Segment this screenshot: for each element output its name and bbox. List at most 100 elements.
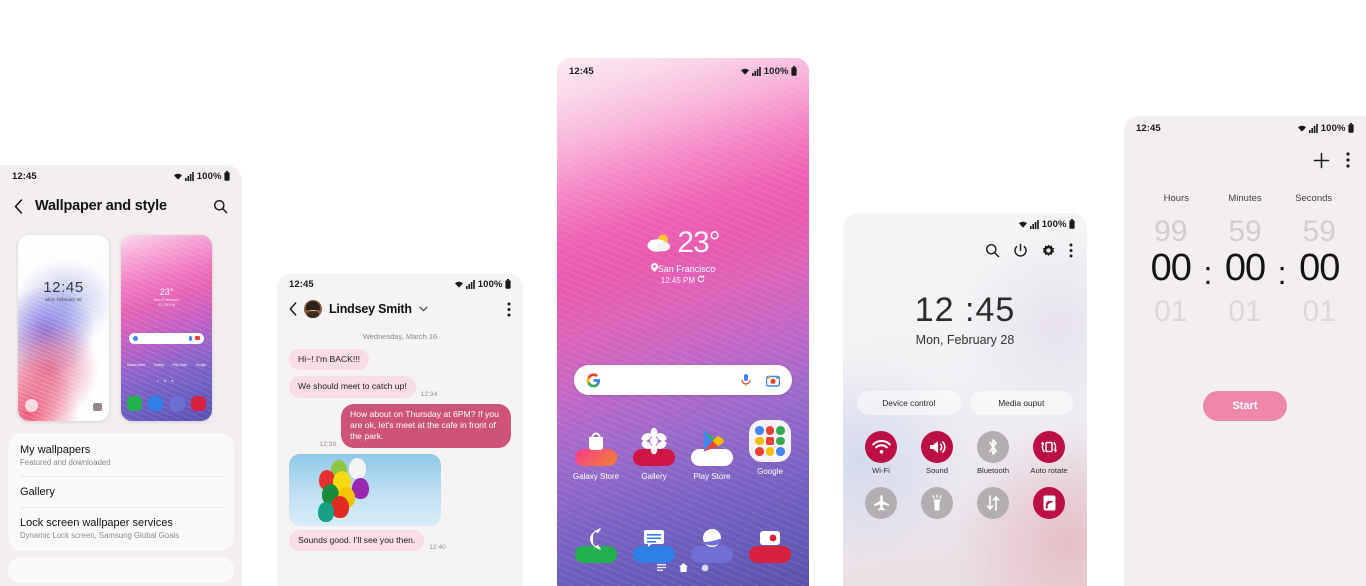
lock-screen-preview[interactable]: 12:45 Mon, February 28 [18,235,109,421]
lock-clock: 12 :45 Mon, February 28 [843,291,1087,347]
search-icon[interactable] [985,243,1000,258]
app-label: Google [757,467,783,476]
status-indicators: 100% [1018,219,1075,230]
message-bubble-outgoing[interactable]: How about on Thursday at 6PM? If you are… [341,403,511,448]
quick-toggles-row-2 [843,486,1087,523]
search-icon[interactable] [213,199,228,214]
quick-settings-toolbar [843,235,1087,258]
balloon [318,501,334,522]
app-google-folder[interactable]: Google [742,420,798,481]
chip-media-output[interactable]: Media ouput [969,391,1073,415]
wifi-icon [454,280,464,289]
preview-camera-icon [190,396,206,411]
timer-selected-values[interactable]: 00 : 00 : 00 [1124,247,1366,299]
message-bubble-incoming[interactable]: Hi~! I'm BACK!!! [289,349,370,371]
chevron-down-icon[interactable] [419,306,428,312]
selected-hours[interactable]: 00 [1142,247,1200,299]
status-time: 12:45 [12,170,37,182]
google-search-bar[interactable] [574,365,792,395]
selected-seconds[interactable]: 00 [1290,247,1348,299]
toggle-wifi[interactable]: Wi-Fi [853,431,909,476]
preview-search-bar [129,333,204,344]
preview-lock-time: 12:45 [43,279,84,296]
settings-gear-icon[interactable] [1041,243,1056,258]
status-indicators: 100% [173,171,230,182]
list-item-gallery[interactable]: Gallery [20,477,222,508]
wifi-icon [740,67,750,76]
preview-phone-shortcut-icon [25,399,38,412]
smart-view-icon [1033,486,1065,519]
more-vertical-icon[interactable] [1346,152,1350,169]
toggle-mobile-data[interactable] [965,486,1021,523]
toggle-airplane-mode[interactable] [853,486,909,523]
preview-camera-shortcut-icon [93,403,102,411]
toggle-flashlight[interactable] [909,486,965,523]
timer-next-values[interactable]: 01 01 01 [1124,295,1366,329]
toggle-auto-rotate[interactable]: Auto rotate [1021,431,1077,476]
dock-internet[interactable]: Internet [684,517,740,578]
quick-settings-panel: 100% 12 :45 Mon, February 28 Device cont… [843,213,1087,586]
wifi-icon [1297,124,1307,133]
balloons-photo[interactable] [289,453,441,526]
toggle-label: Wi-Fi [872,466,890,475]
toggle-label: Auto rotate [1030,466,1068,475]
back-chevron-icon[interactable] [14,198,23,214]
timer-separator: : [1203,255,1213,291]
more-vertical-icon[interactable] [1069,243,1073,258]
dock-messages[interactable]: Messages [626,517,682,578]
play-store-icon [691,430,733,466]
message-row: Sounds good. I'll see you then. 12:40 [277,529,523,552]
app-galaxy-store[interactable]: Galaxy Store [568,420,624,481]
preview-dock [127,396,206,411]
start-button[interactable]: Start [1203,391,1287,421]
wallpaper-and-style-screen: 12:45 100% Wallpaper and style 12:45 Mon… [0,165,242,586]
message-bubble-incoming[interactable]: We should meet to catch up! [289,376,416,398]
more-vertical-icon[interactable] [507,302,511,317]
timer-column-headers: Hours Minutes Seconds [1124,193,1366,204]
weather-updated-time: 12:45 PM [660,276,695,285]
list-item-my-wallpapers[interactable]: My wallpapers Featured and downloaded [20,435,222,477]
sound-icon [921,431,953,463]
toggle-sound[interactable]: Sound [909,431,965,476]
timer-previous-values[interactable]: 99 59 59 [1124,215,1366,249]
power-icon[interactable] [1013,243,1028,258]
toggle-smart-view[interactable] [1021,486,1077,523]
list-item-lock-screen-wallpaper-services[interactable]: Lock screen wallpaper services Dynamic L… [20,508,222,549]
dock-camera[interactable]: Camera [742,517,798,578]
microphone-icon[interactable] [740,373,752,387]
contact-name[interactable]: Lindsey Smith [329,302,412,316]
app-label: Play Store [693,472,731,481]
app-row: Galaxy Store Gallery Play Store Google [567,420,799,481]
weather-widget[interactable]: 23° San Francisco 12:45 PM [557,226,809,285]
status-bar: 100% [843,213,1087,235]
wifi-icon [173,172,183,181]
wifi-icon [865,431,897,463]
message-bubble-incoming[interactable]: Sounds good. I'll see you then. [289,529,425,552]
battery-percent: 100% [1320,122,1346,134]
back-chevron-icon[interactable] [289,302,297,316]
selected-minutes[interactable]: 00 [1216,247,1274,299]
battery-percent: 100% [477,278,503,290]
google-lens-icon[interactable] [765,374,781,387]
home-screen-preview[interactable]: 23° San Francisco 12:45 PM Galaxy Store … [121,235,212,421]
preview-app-label: Galaxy Store [127,363,146,367]
plus-icon[interactable] [1313,152,1330,169]
wallpaper-secondary-card[interactable] [8,557,234,583]
avatar[interactable] [304,300,322,318]
preview-messages-icon [148,396,164,411]
chip-device-control[interactable]: Device control [857,391,961,415]
message-row: We should meet to catch up! 12:34 [277,376,523,398]
preview-app-label: Gallery [153,363,165,367]
toggle-bluetooth[interactable]: Bluetooth [965,431,1021,476]
wallpaper-options-card: My wallpapers Featured and downloaded Ga… [8,433,234,551]
preview-lens-icon [195,336,200,340]
app-gallery[interactable]: Gallery [626,420,682,481]
message-timestamp: 12:39 [319,440,336,448]
app-play-store[interactable]: Play Store [684,420,740,481]
home-screen: 12:45 100% 23° San Francisco 12:45 PM Ga… [557,58,809,586]
dock-phone[interactable]: Phone [568,517,624,578]
battery-icon [791,66,797,76]
refresh-icon[interactable] [697,275,705,283]
